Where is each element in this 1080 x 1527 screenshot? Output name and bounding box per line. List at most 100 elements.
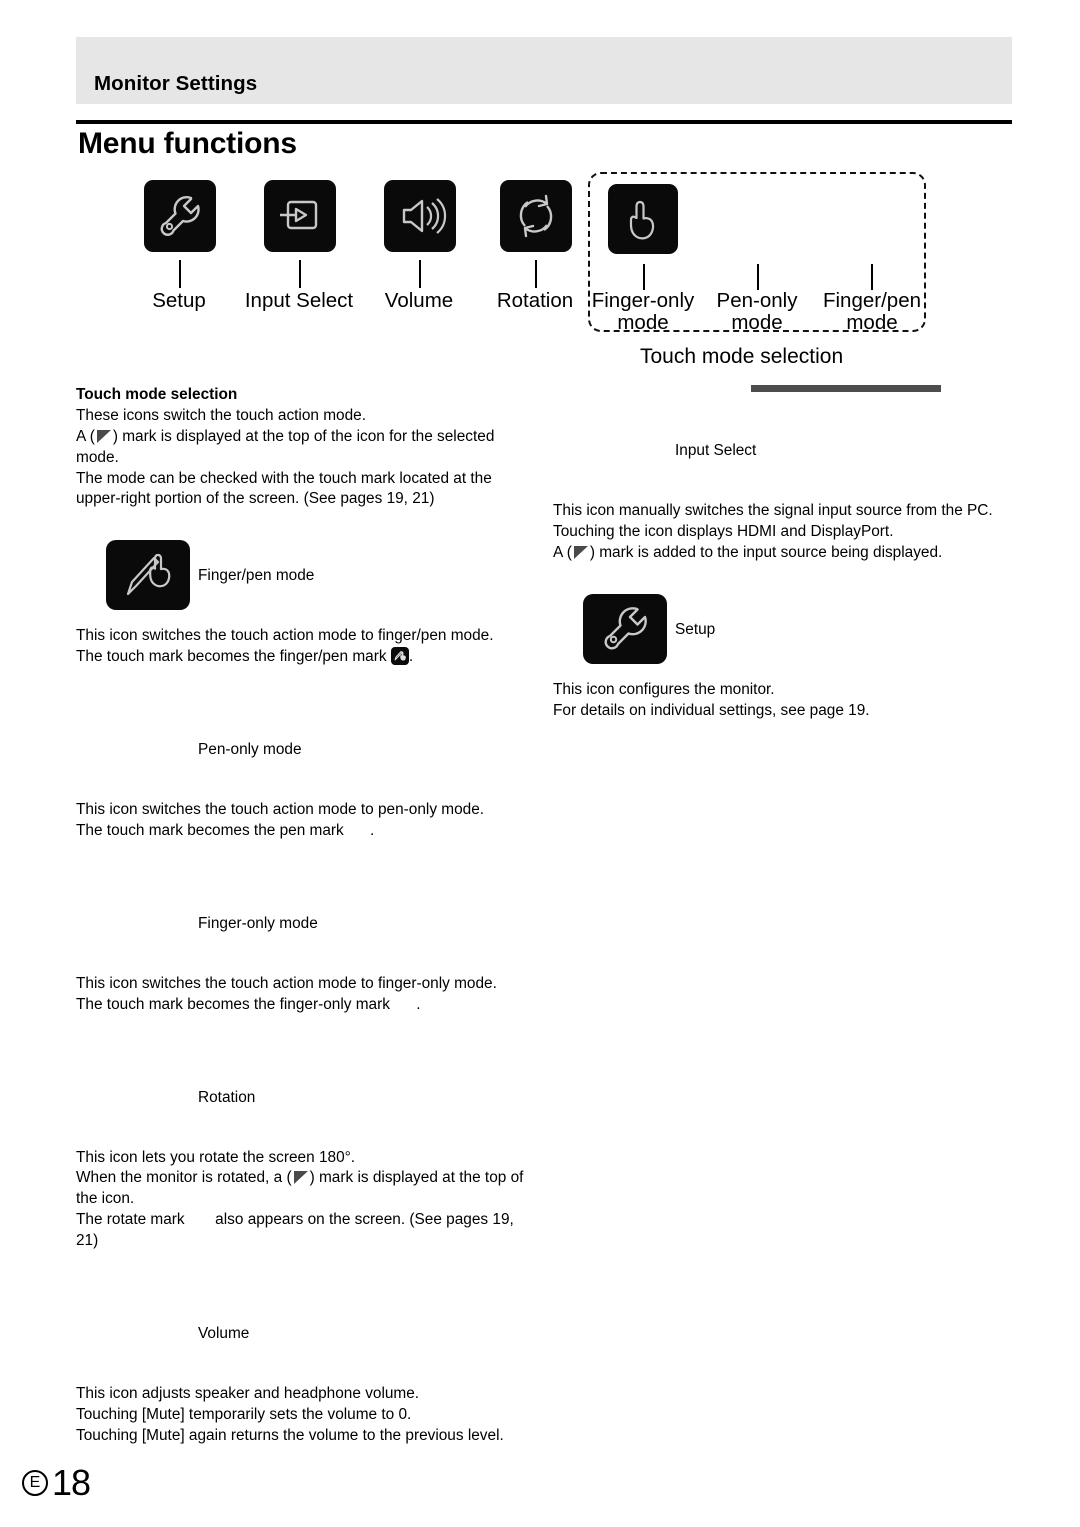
volume-caption: Volume [198,1324,250,1342]
pen-only-mode-tile-missing[interactable] [106,714,190,784]
pen-only-line1: This icon switches the touch action mode… [76,801,485,818]
diagram-tile-finger-only[interactable] [608,184,678,254]
triangle-mark-icon [96,429,112,444]
finger-icon [629,200,655,240]
stem-finger-only [643,264,645,290]
diagram-tile-rotation[interactable] [500,180,572,252]
rotate-mark-icon-missing [189,1211,211,1224]
volume-line3: Touching [Mute] again returns the volume… [76,1426,504,1444]
volume-row: Volume [76,1298,531,1368]
finger-pen-line2-prefix: The touch mark becomes the finger/pen ma… [76,648,391,666]
rotation-line3: The rotate mark also appears on the scre… [76,1210,531,1252]
pen-mark-icon-missing [348,822,370,835]
touch-mode-heading: Touch mode selection [76,386,238,403]
speaker-icon [402,198,447,234]
finger-only-mode-row: Finger-only mode [76,888,531,958]
finger-only-line1: This icon switches the touch action mode… [76,974,497,992]
rotation-line2: When the monitor is rotated, a () mark i… [76,1168,531,1210]
setup-caption: Setup [675,620,716,638]
finger-only-line2-prefix: The touch mark becomes the finger-only m… [76,995,395,1013]
setup-row: Setup [553,593,1003,664]
diagram-label-finger-only-line2: mode [617,311,669,335]
diagram-label-pen-only-line1: Pen-only [716,289,798,312]
rotation-tile-missing[interactable] [106,1062,190,1132]
region-code-badge: E [22,1470,48,1496]
touch-mode-line2-suffix: ) mark is displayed at the top of the ic… [76,427,495,466]
rotation-row: Rotation [76,1062,531,1132]
header-band: Monitor Settings [76,37,1012,104]
finger-only-mode-tile-missing[interactable] [106,888,190,958]
finger-mode-highlight-bar [751,385,941,392]
rotation-line3-prefix: The rotate mark [76,1211,189,1229]
rotation-caption: Rotation [198,1088,256,1106]
rotation-line2-prefix: When the monitor is rotated, a ( [76,1169,292,1187]
pen-only-line2-prefix: The touch mark becomes the pen mark [76,821,349,839]
diagram-label-pen-only: Pen-only mode [702,289,812,335]
rotation-line1: This icon lets you rotate the screen 180… [76,1148,356,1166]
volume-line2: Touching [Mute] temporarily sets the vol… [76,1405,412,1423]
finger-pen-mode-tile[interactable] [106,540,190,611]
diagram-tile-volume[interactable] [384,180,456,252]
finger-only-line2: The touch mark becomes the finger-only m… [76,995,531,1016]
stem-pen-only [757,264,759,290]
menu-icons-diagram: Setup Input Select Volume Rotation Finge… [76,172,1012,392]
diagram-tile-input-select[interactable] [264,180,336,252]
wrench-icon [160,196,200,236]
page-number: 18 [52,1462,91,1503]
rotate-icon [519,194,553,238]
stem-setup [179,260,181,288]
volume-line1: This icon adjusts speaker and headphone … [76,1384,420,1402]
finger-only-mode-caption: Finger-only mode [198,914,318,932]
diagram-label-finger-pen-line2: mode [846,311,898,335]
finger-pen-icon [126,554,171,596]
input-select-line3-suffix: ) mark is added to the input source bein… [589,543,943,561]
input-select-line3-prefix: A ( [553,543,572,561]
finger-pen-line2: The touch mark becomes the finger/pen ma… [76,647,531,668]
volume-tile-missing[interactable] [106,1298,190,1368]
input-select-line1: This icon manually switches the signal i… [553,502,993,519]
input-source-icon [280,200,318,230]
finger-pen-line2-suffix: . [408,648,414,666]
pen-only-line2: The touch mark becomes the pen mark . [76,821,531,842]
diagram-label-finger-only-line1: Finger-only [591,289,695,312]
pen-only-mode-row: Pen-only mode [76,714,531,784]
diagram-label-finger-only: Finger-only mode [583,289,703,335]
finger-pen-line1: This icon switches the touch action mode… [76,627,494,645]
diagram-label-finger-pen-line1: Finger/pen [822,289,921,312]
right-column: Input Select This icon manually switches… [553,415,1003,721]
section-divider [76,120,1012,124]
touch-mode-line2-prefix: A ( [76,427,95,445]
pen-only-mode-caption: Pen-only mode [198,741,302,758]
page-title: Menu functions [78,127,297,160]
setup-tile[interactable] [583,593,667,664]
left-column: Touch mode selection These icons switch … [76,385,531,1447]
setup-line2: For details on individual settings, see … [553,701,870,719]
input-select-line3: A ( ) mark is added to the input source b… [553,543,1003,564]
triangle-mark-icon [293,1170,309,1185]
page-footer: E 18 [22,1462,91,1504]
stem-rotation [535,260,537,288]
input-select-tile-missing[interactable] [583,415,667,485]
finger-pen-mode-row: Finger/pen mode [76,540,531,611]
diagram-label-pen-only-line2: mode [731,311,783,335]
setup-line1: This icon configures the monitor. [553,680,775,698]
finger-pen-mode-caption: Finger/pen mode [198,567,315,585]
diagram-tile-setup[interactable] [144,180,216,252]
header-title: Monitor Settings [94,72,258,95]
stem-volume [419,260,421,288]
touch-mode-line2: A () mark is displayed at the top of the… [76,427,531,469]
touch-mode-selection-caption: Touch mode selection [640,345,844,368]
input-select-caption: Input Select [675,442,757,459]
